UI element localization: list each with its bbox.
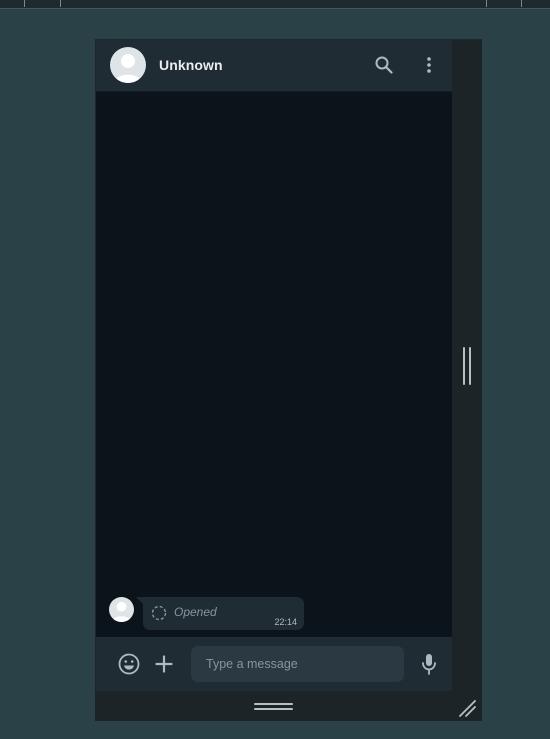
vertical-resize-handle[interactable]: [462, 347, 472, 385]
search-icon: [375, 56, 393, 74]
top-strip: [0, 0, 550, 9]
microphone-icon: [422, 654, 436, 675]
message-time: 22:14: [274, 617, 297, 627]
emoji-button[interactable]: [116, 651, 142, 677]
default-avatar-icon: [114, 54, 142, 83]
strip-tick: [60, 0, 61, 7]
attach-button[interactable]: [153, 652, 175, 676]
chat-header: Unknown: [96, 40, 452, 92]
more-vertical-icon: [427, 57, 431, 73]
voice-button[interactable]: [418, 652, 440, 676]
plus-icon: [155, 655, 173, 673]
strip-tick: [521, 0, 522, 7]
strip-tick: [486, 0, 487, 7]
composer-bar: [96, 637, 452, 691]
menu-button[interactable]: [418, 54, 440, 76]
sender-avatar: [109, 597, 134, 622]
strip-tick: [24, 0, 25, 7]
contact-name[interactable]: Unknown: [159, 57, 223, 73]
pending-spinner-icon: [151, 605, 167, 626]
horizontal-resize-handle[interactable]: [254, 703, 293, 711]
chat-window: Unknown Opened 22:14: [96, 40, 452, 691]
resize-grip-icon[interactable]: [457, 698, 477, 718]
message-bubble[interactable]: Opened 22:14: [143, 597, 304, 630]
message-input[interactable]: [191, 646, 404, 682]
default-avatar-icon: [111, 601, 132, 622]
message-list[interactable]: [96, 92, 452, 637]
message-status-text: Opened: [174, 605, 217, 619]
search-button[interactable]: [373, 54, 395, 76]
emoji-icon: [118, 653, 140, 675]
contact-avatar[interactable]: [110, 47, 146, 83]
